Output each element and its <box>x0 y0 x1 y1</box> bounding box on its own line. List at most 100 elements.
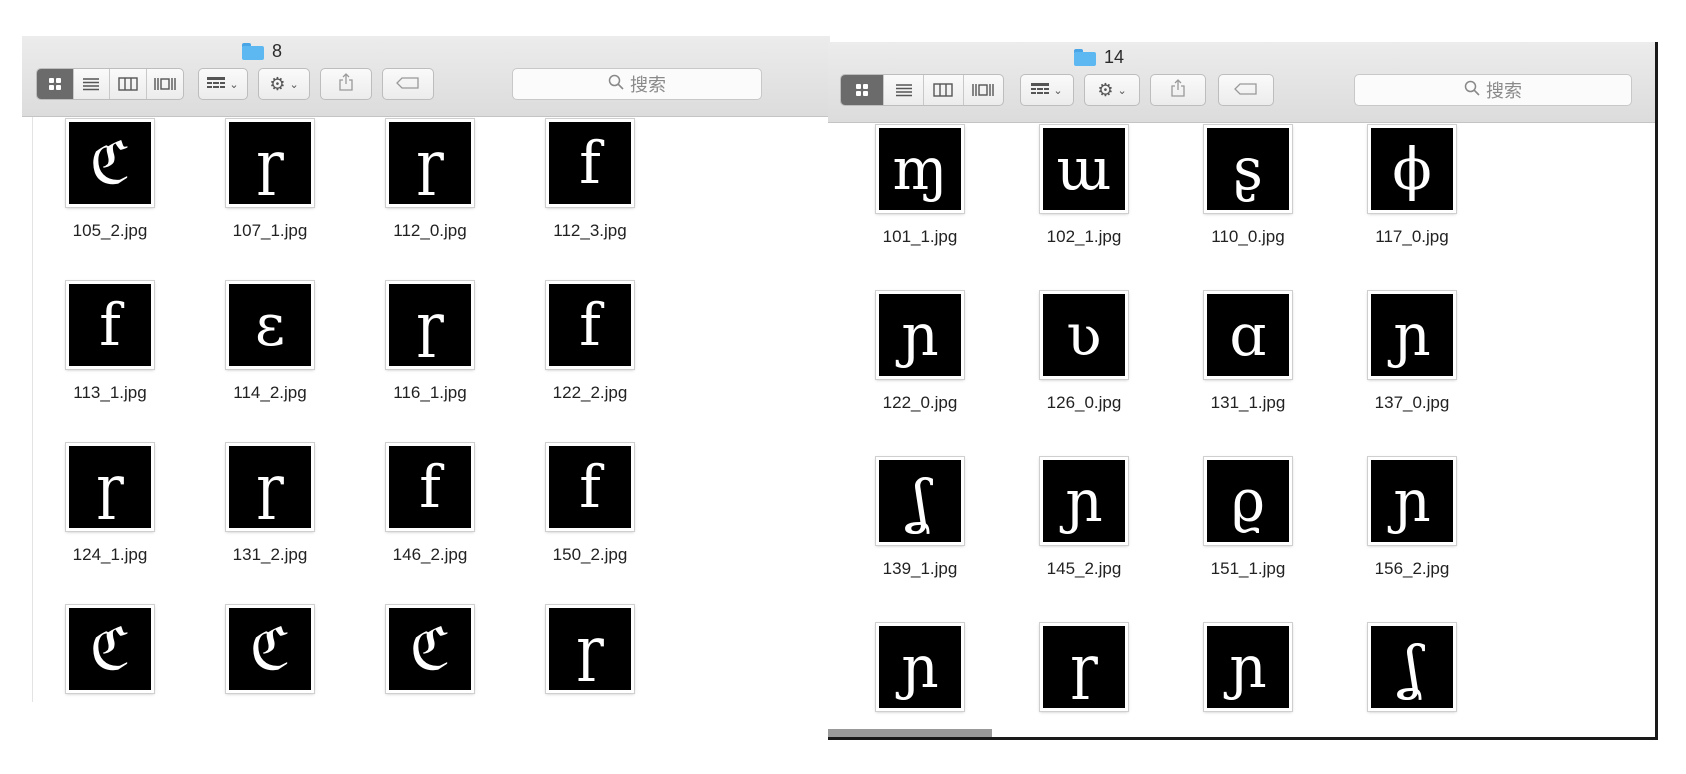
view-mode-segment[interactable] <box>36 68 184 100</box>
grid-view-icon[interactable] <box>37 69 74 99</box>
tag-button[interactable] <box>1218 74 1274 106</box>
image-thumbnail[interactable]: ɼ <box>386 281 474 369</box>
image-thumbnail[interactable]: ʆ <box>1368 623 1456 711</box>
view-mode-segment[interactable] <box>840 74 1004 106</box>
image-thumbnail[interactable]: ɼ <box>546 605 634 693</box>
image-thumbnail[interactable]: ɛ <box>226 281 314 369</box>
image-thumbnail[interactable]: ℭ <box>66 119 154 207</box>
file-item[interactable]: ɲ 145_2.jpg <box>1004 457 1164 623</box>
file-item[interactable]: ϕ 117_0.jpg <box>1332 125 1492 291</box>
list-view-icon[interactable] <box>74 69 111 99</box>
search-field[interactable]: 搜索 <box>512 68 762 100</box>
file-item[interactable]: ℭ <box>350 605 510 702</box>
file-item[interactable]: ɱ 101_1.jpg <box>840 125 1000 291</box>
tag-button[interactable] <box>382 68 434 100</box>
image-thumbnail[interactable]: ɲ <box>1204 623 1292 711</box>
file-item[interactable]: ℭ 105_2.jpg <box>30 119 190 281</box>
file-item[interactable]: ɼ <box>510 605 670 702</box>
file-item[interactable]: f 150_2.jpg <box>510 443 670 605</box>
image-thumbnail[interactable]: ϕ <box>1368 125 1456 213</box>
file-item[interactable]: f 146_2.jpg <box>350 443 510 605</box>
image-thumbnail[interactable]: f <box>546 443 634 531</box>
file-item[interactable]: ϱ 151_1.jpg <box>1168 457 1328 623</box>
file-item[interactable]: ɼ 112_0.jpg <box>350 119 510 281</box>
file-item[interactable]: ɼ <box>1004 623 1164 737</box>
image-thumbnail[interactable]: ɲ <box>876 291 964 379</box>
image-thumbnail[interactable]: ℭ <box>226 605 314 693</box>
file-item[interactable]: ℭ <box>30 605 190 702</box>
grid-view-icon[interactable] <box>841 75 885 105</box>
image-thumbnail[interactable]: ɼ <box>386 119 474 207</box>
image-thumbnail[interactable]: f <box>386 443 474 531</box>
gallery-view-icon[interactable] <box>964 75 1004 105</box>
file-item[interactable]: f 113_1.jpg <box>30 281 190 443</box>
tag-icon <box>1234 82 1258 99</box>
file-item[interactable]: ʋ 126_0.jpg <box>1004 291 1164 457</box>
share-button[interactable] <box>320 68 372 100</box>
image-thumbnail[interactable]: ɲ <box>1040 457 1128 545</box>
action-button[interactable]: ⚙ ⌄ <box>258 68 310 100</box>
file-item[interactable]: ʂ 110_0.jpg <box>1168 125 1328 291</box>
image-thumbnail[interactable]: ɲ <box>1368 457 1456 545</box>
image-thumbnail[interactable]: ℭ <box>66 605 154 693</box>
action-button[interactable]: ⚙ ⌄ <box>1084 74 1140 106</box>
group-by-button[interactable]: ⌄ <box>198 68 248 100</box>
file-item[interactable]: ɲ <box>1168 623 1328 737</box>
file-item[interactable]: f 112_3.jpg <box>510 119 670 281</box>
file-name: 146_2.jpg <box>392 545 468 564</box>
image-thumbnail[interactable]: f <box>546 281 634 369</box>
file-item[interactable]: ɼ 124_1.jpg <box>30 443 190 605</box>
file-item[interactable]: ɛ 114_2.jpg <box>190 281 350 443</box>
file-name: 105_2.jpg <box>72 221 148 240</box>
image-thumbnail[interactable]: ℭ <box>386 605 474 693</box>
window-title: 8 <box>242 40 282 62</box>
image-thumbnail[interactable]: ɼ <box>226 119 314 207</box>
search-icon <box>1464 80 1480 101</box>
file-item[interactable]: ɼ 107_1.jpg <box>190 119 350 281</box>
file-name: 156_2.jpg <box>1374 559 1450 578</box>
image-thumbnail[interactable]: f <box>66 281 154 369</box>
file-item[interactable]: ɑ 131_1.jpg <box>1168 291 1328 457</box>
icon-grid: ɱ 101_1.jpg ɯ 102_1.jpg ʂ 110_0.jpg ϕ 117_0.jpg… <box>840 125 1496 737</box>
file-item[interactable]: ɲ 122_0.jpg <box>840 291 1000 457</box>
file-item[interactable]: ʆ <box>1332 623 1492 737</box>
file-name: 145_2.jpg <box>1046 559 1122 578</box>
group-by-button[interactable]: ⌄ <box>1020 74 1074 106</box>
horizontal-scrollbar[interactable] <box>828 729 992 737</box>
image-thumbnail[interactable]: ʋ <box>1040 291 1128 379</box>
column-view-icon[interactable] <box>924 75 964 105</box>
file-item[interactable]: ʆ 139_1.jpg <box>840 457 1000 623</box>
file-item[interactable]: ɼ 116_1.jpg <box>350 281 510 443</box>
file-item[interactable]: ɯ 102_1.jpg <box>1004 125 1164 291</box>
file-item[interactable]: ɲ 156_2.jpg <box>1332 457 1492 623</box>
image-thumbnail[interactable]: ɲ <box>1368 291 1456 379</box>
file-name: 126_0.jpg <box>1046 393 1122 412</box>
image-thumbnail[interactable]: ɯ <box>1040 125 1128 213</box>
gallery-view-icon[interactable] <box>147 69 183 99</box>
finder-window-right: 14 ⌄ ⚙ ⌄ 搜索 ɱ 101_1.jpg ɯ 102_1.jpg ʂ 11… <box>828 42 1658 740</box>
search-field[interactable]: 搜索 <box>1354 74 1632 106</box>
file-item[interactable]: ɲ 137_0.jpg <box>1332 291 1492 457</box>
image-thumbnail[interactable]: ʂ <box>1204 125 1292 213</box>
image-thumbnail[interactable]: ϱ <box>1204 457 1292 545</box>
column-view-icon[interactable] <box>110 69 147 99</box>
file-item[interactable]: ℭ <box>190 605 350 702</box>
share-button[interactable] <box>1150 74 1206 106</box>
file-item[interactable]: ɼ 131_2.jpg <box>190 443 350 605</box>
image-thumbnail[interactable]: ɼ <box>1040 623 1128 711</box>
file-item[interactable]: f 122_2.jpg <box>510 281 670 443</box>
image-thumbnail[interactable]: ɑ <box>1204 291 1292 379</box>
file-name: 150_2.jpg <box>552 545 628 564</box>
image-thumbnail[interactable]: f <box>546 119 634 207</box>
file-name: 139_1.jpg <box>882 559 958 578</box>
image-thumbnail[interactable]: ɱ <box>876 125 964 213</box>
image-thumbnail[interactable]: ʆ <box>876 457 964 545</box>
file-name: 101_1.jpg <box>882 227 958 246</box>
chevron-down-icon: ⌄ <box>229 78 239 91</box>
image-thumbnail[interactable]: ɲ <box>876 623 964 711</box>
file-item[interactable]: ɲ <box>840 623 1000 737</box>
folder-icon <box>242 42 264 60</box>
image-thumbnail[interactable]: ɼ <box>226 443 314 531</box>
list-view-icon[interactable] <box>884 75 924 105</box>
image-thumbnail[interactable]: ɼ <box>66 443 154 531</box>
